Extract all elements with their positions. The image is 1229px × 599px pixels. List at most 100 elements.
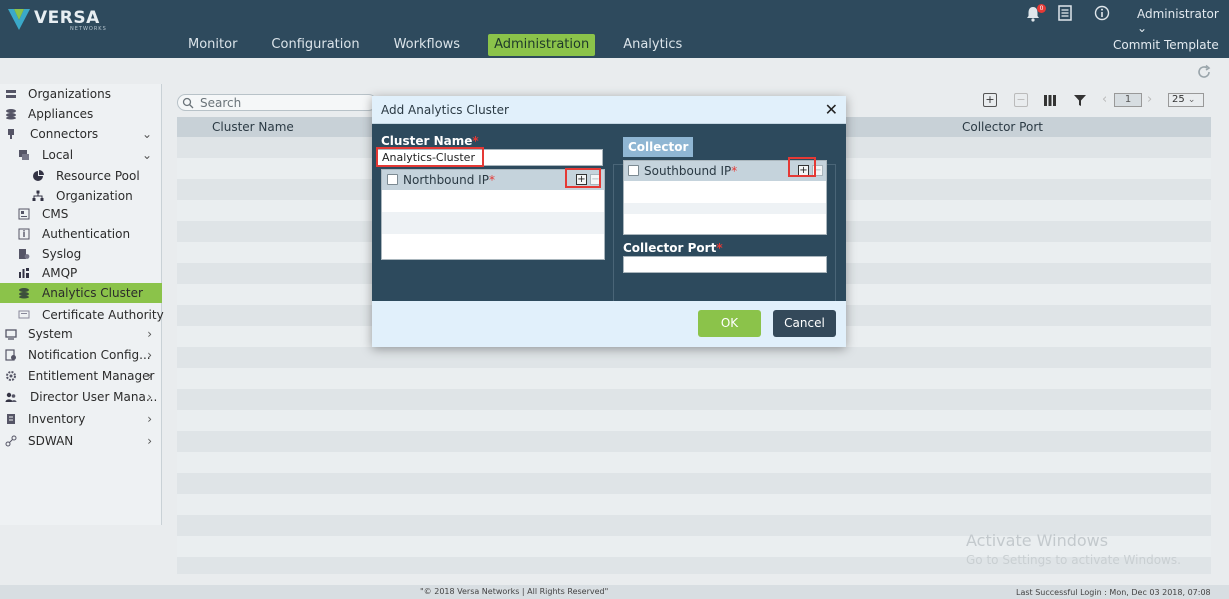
sidebar-item-appliances[interactable]: Appliances: [0, 104, 162, 124]
table-row: [177, 494, 1211, 515]
sidebar-item-resource-pool[interactable]: Resource Pool: [0, 166, 162, 186]
sidebar-item-label: Inventory: [28, 412, 86, 426]
column-header-collector-port[interactable]: Collector Port: [962, 120, 1043, 134]
page-number-input[interactable]: 1: [1114, 93, 1142, 107]
sidebar-item-label: Notification Config...: [28, 348, 151, 362]
chevron-down-icon: ⌄: [141, 127, 152, 141]
search-icon: [182, 97, 194, 109]
southbound-ip-label: Southbound IP*: [644, 164, 737, 178]
list-item: [382, 212, 604, 234]
add-analytics-cluster-dialog: Add Analytics Cluster ✕ Cluster Name* An…: [372, 96, 846, 347]
next-page-icon[interactable]: ›: [1147, 92, 1152, 107]
collector-port-input[interactable]: [623, 256, 827, 273]
notification-badge: 0: [1037, 4, 1046, 13]
sidebar-item-label: System: [28, 327, 73, 341]
sidebar-item-organizations[interactable]: Organizations: [0, 84, 162, 104]
refresh-icon[interactable]: [1196, 64, 1212, 80]
prev-page-icon[interactable]: ‹: [1102, 92, 1107, 107]
document-icon[interactable]: [1058, 5, 1072, 21]
filter-icon[interactable]: [1073, 94, 1087, 107]
commit-template-link[interactable]: Commit Template: [1113, 38, 1219, 52]
sidebar-item-label: Analytics Cluster: [42, 286, 143, 300]
activate-windows-title: Activate Windows: [966, 531, 1109, 550]
sidebar-item-label: AMQP: [42, 266, 78, 280]
chevron-down-icon: ⌄: [1187, 95, 1196, 105]
sidebar-item-syslog[interactable]: Syslog: [0, 244, 162, 264]
info-icon[interactable]: [1094, 5, 1110, 21]
nav-analytics[interactable]: Analytics: [617, 34, 688, 56]
sidebar-item-label: Appliances: [28, 107, 94, 121]
sidebar-item-label: Entitlement Manager: [28, 369, 155, 383]
dialog-header: Add Analytics Cluster ✕: [372, 96, 846, 124]
nav-configuration[interactable]: Configuration: [265, 34, 365, 56]
per-page-value: 25: [1172, 94, 1185, 105]
list-item: [382, 190, 604, 212]
sidebar-item-label: Authentication: [42, 227, 131, 241]
sidebar-item-certificate-authority[interactable]: Certificate Authority: [0, 305, 164, 325]
columns-icon[interactable]: [1043, 94, 1057, 107]
sidebar-item-local[interactable]: Local ⌄: [0, 145, 162, 165]
table-row: [177, 368, 1211, 389]
sidebar-item-label: Local: [42, 148, 74, 162]
versa-logo-icon: [8, 9, 30, 30]
gear-icon: [6, 371, 16, 381]
sidebar-item-organization[interactable]: Organization: [0, 186, 162, 206]
collector-section-title: Collector: [623, 137, 694, 157]
last-login-text: Last Successful Login : Mon, Dec 03 2018…: [1016, 588, 1211, 597]
authentication-icon: [18, 228, 30, 240]
syslog-icon: [19, 249, 30, 259]
sidebar-item-connectors[interactable]: Connectors ⌄: [0, 124, 162, 144]
sidebar-item-entitlement-manager[interactable]: Entitlement Manager ›: [0, 366, 162, 386]
close-icon[interactable]: ✕: [825, 100, 838, 119]
search-input[interactable]: Search: [177, 94, 377, 111]
sidebar-item-amqp[interactable]: AMQP: [0, 263, 162, 283]
sidebar-item-cms[interactable]: CMS: [0, 204, 162, 224]
footer: "© 2018 Versa Networks | All Rights Rese…: [0, 585, 1229, 599]
table-row: [177, 389, 1211, 410]
inventory-icon: [7, 414, 15, 424]
add-button[interactable]: +: [983, 93, 997, 107]
ok-button[interactable]: OK: [698, 310, 761, 337]
sidebar-item-sdwan[interactable]: SDWAN ›: [0, 431, 162, 451]
sidebar-item-label: Organizations: [28, 87, 111, 101]
chevron-right-icon: ›: [147, 390, 152, 404]
southbound-select-all-checkbox[interactable]: [628, 165, 639, 176]
sidebar-item-authentication[interactable]: Authentication: [0, 224, 162, 244]
required-mark: *: [716, 241, 723, 255]
chevron-right-icon: ›: [147, 434, 152, 448]
collector-port-label-text: Collector Port: [623, 241, 717, 255]
sidebar-item-system[interactable]: System ›: [0, 324, 162, 344]
sidebar-item-label: Director User Mana...: [30, 390, 158, 404]
logo-subtext: NETWORKS: [70, 26, 107, 32]
activate-windows-subtitle: Go to Settings to activate Windows.: [966, 553, 1181, 567]
cluster-name-label-text: Cluster Name: [381, 134, 473, 148]
local-icon: [19, 150, 29, 160]
user-name: Administrator: [1137, 7, 1219, 21]
sidebar-item-notification-config[interactable]: Notification Config... ›: [0, 345, 162, 365]
table-row: [177, 473, 1211, 494]
versa-logo[interactable]: VERSA NETWORKS: [6, 6, 106, 34]
highlight-box: [376, 147, 484, 167]
sidebar-item-label: SDWAN: [28, 434, 74, 448]
sidebar-item-director-user-management[interactable]: Director User Mana... ›: [0, 387, 162, 407]
nav-workflows[interactable]: Workflows: [388, 34, 466, 56]
per-page-select[interactable]: 25 ⌄: [1168, 93, 1204, 107]
northbound-ip-label: Northbound IP*: [403, 173, 495, 187]
sidebar-item-label: Resource Pool: [56, 169, 140, 183]
user-menu[interactable]: Administrator ⌄: [1137, 7, 1229, 35]
cancel-button[interactable]: Cancel: [773, 310, 836, 337]
northbound-select-all-checkbox[interactable]: [387, 174, 398, 185]
column-header-cluster-name[interactable]: Cluster Name: [212, 120, 294, 134]
users-icon: [5, 392, 17, 402]
dialog-body: Cluster Name* Analytics-Cluster Northbou…: [372, 124, 846, 316]
table-row: [177, 452, 1211, 473]
sidebar-item-inventory[interactable]: Inventory ›: [0, 409, 162, 429]
nav-administration[interactable]: Administration: [488, 34, 596, 56]
chevron-down-icon: ⌄: [1137, 21, 1148, 35]
remove-button[interactable]: −: [1014, 93, 1028, 107]
nav-monitor[interactable]: Monitor: [182, 34, 243, 56]
top-header: VERSA NETWORKS Monitor Configuration Wor…: [0, 0, 1229, 58]
collector-port-label: Collector Port*: [623, 241, 723, 255]
sidebar-item-analytics-cluster[interactable]: Analytics Cluster: [0, 283, 162, 303]
notification-config-icon: [5, 349, 16, 361]
